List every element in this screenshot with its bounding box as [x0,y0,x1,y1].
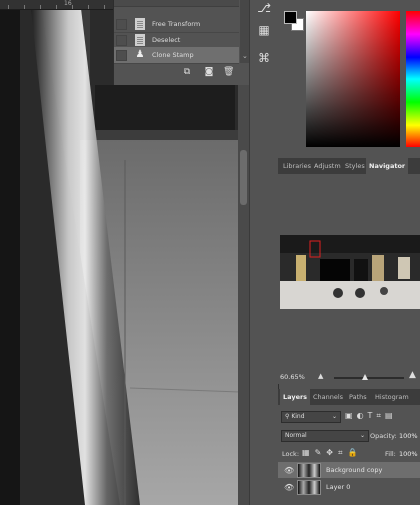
adjustment-filter-icon[interactable]: ◐ [357,411,368,420]
ruler-mark: 16 [64,0,72,7]
tab-styles[interactable]: Styles [342,158,368,174]
history-panel: Free Transform Deselect ♟ Clone Stamp ⌄ … [113,0,250,85]
opacity-value[interactable]: 100% [399,432,418,440]
history-snapshot-checkbox[interactable] [116,50,127,61]
fill-value[interactable]: 100% [399,450,418,458]
chevron-down-icon: ⌄ [331,413,337,420]
panel-icon-strip: ⎇ ▦ ⌘ [249,0,279,505]
clone-stamp-icon: ♟ [135,49,145,60]
opacity-label: Opacity: [370,432,397,440]
blend-mode-select[interactable]: Normal ⌄ [281,430,369,442]
tab-navigator[interactable]: Navigator [366,158,409,174]
layer-row-layer-0[interactable]: 👁 Layer 0 [278,479,420,495]
pixel-filter-icon[interactable]: ▣ [345,411,357,420]
navigator-thumbnail[interactable] [280,235,420,309]
navigator-tab-bar: Libraries Adjustm Styles Navigator [278,158,420,175]
layer-name: Layer 0 [326,483,351,491]
adjustments-icon[interactable]: ▦ [256,22,272,38]
zoom-slider-knob[interactable] [362,374,368,380]
lock-pixels-icon[interactable]: ✎ [315,448,327,457]
history-row-partial [114,0,239,7]
canvas-scroll-thumb[interactable] [240,150,247,205]
zoom-slider-track[interactable] [334,377,404,379]
document-icon [135,18,145,30]
horizontal-ruler: 16 [0,0,115,10]
new-document-from-state-icon[interactable]: ⧉ [182,67,192,77]
fill-label: Fill: [385,450,396,458]
zoom-in-icon[interactable]: ▲ [409,370,416,380]
chevron-down-icon: ⌄ [359,432,365,439]
zoom-out-icon[interactable]: ▲ [318,372,323,380]
lock-transparent-icon[interactable]: ▦ [302,448,315,457]
layers-tab-bar: Layers Channels Paths Histogram [278,389,420,406]
blend-mode-value: Normal [285,432,307,439]
document-icon [135,34,145,46]
scroll-down-icon[interactable]: ⌄ [242,52,248,60]
shape-filter-icon[interactable]: ⌗ [376,411,385,420]
layer-thumbnail [297,463,321,478]
lock-position-icon[interactable]: ✥ [326,448,338,457]
history-snapshot-checkbox[interactable] [116,35,127,46]
color-picker-field[interactable] [306,11,400,147]
history-item-free-transform[interactable]: Free Transform [114,16,239,33]
kind-label: Kind [291,413,305,420]
layer-row-background-copy[interactable]: 👁 Background copy [278,462,420,478]
history-item-clone-stamp[interactable]: ♟ Clone Stamp [114,47,239,64]
hue-slider[interactable] [406,11,420,147]
tab-channels[interactable]: Channels [310,389,346,405]
tab-histogram[interactable]: Histogram [372,389,412,405]
zoom-percentage[interactable]: 60.65% [280,373,305,381]
eye-icon[interactable]: 👁 [284,483,294,492]
lock-label: Lock: [282,450,300,458]
history-footer: ⧉ ◙ 🗑 [114,63,250,83]
camera-snapshot-icon[interactable]: ◙ [204,67,214,77]
properties-icon[interactable]: ⎇ [256,0,272,16]
history-item-label: Free Transform [152,20,201,28]
tab-libraries[interactable]: Libraries [280,158,314,174]
history-item-label: Deselect [152,36,181,44]
layer-filter-icons: ▣◐T⌗▤ [345,411,397,421]
tab-adjustments[interactable]: Adjustm [311,158,344,174]
layer-filter-kind-select[interactable]: ⚲ Kind ⌄ [281,411,341,423]
paths-icon[interactable]: ⌘ [256,50,272,66]
layer-thumbnail [297,480,321,495]
tab-paths[interactable]: Paths [346,389,370,405]
eye-icon[interactable]: 👁 [284,466,294,475]
layer-name: Background copy [326,466,383,474]
history-item-label: Clone Stamp [152,51,194,59]
trash-icon[interactable]: 🗑 [223,67,234,77]
tab-layers[interactable]: Layers [280,389,311,405]
lock-all-icon[interactable]: 🔒 [347,448,362,457]
foreground-color-swatch[interactable] [284,11,297,24]
history-snapshot-checkbox[interactable] [116,19,127,30]
smart-object-filter-icon[interactable]: ▤ [385,411,397,420]
lock-icons: ▦✎✥⌗🔒 [302,448,362,458]
panorama-thumbnail-image [280,235,420,309]
